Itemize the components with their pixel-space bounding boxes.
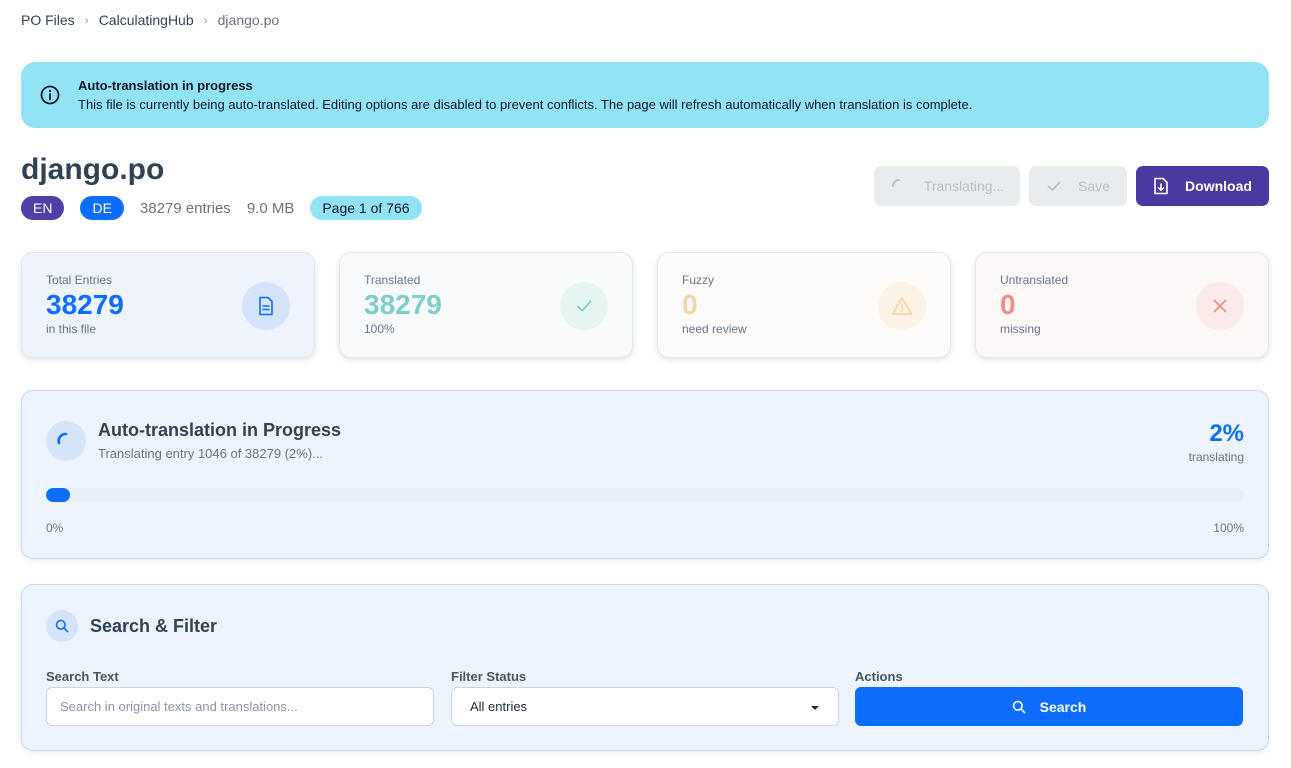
filter-status-select[interactable]: All entries xyxy=(451,687,839,726)
progress-subtitle: Translating entry 1046 of 38279 (2%)... xyxy=(98,446,323,461)
search-text-label: Search Text xyxy=(46,669,119,684)
progress-title: Auto-translation in Progress xyxy=(98,420,342,440)
breadcrumb-current: django.po xyxy=(217,12,280,28)
x-icon xyxy=(1196,282,1244,330)
check-icon xyxy=(560,282,608,330)
alert-title: Auto-translation in progress xyxy=(78,78,253,93)
breadcrumb-project[interactable]: CalculatingHub xyxy=(99,12,194,28)
caret-down-icon xyxy=(810,699,820,714)
page-indicator-badge: Page 1 of 766 xyxy=(310,196,422,220)
source-language-badge: EN xyxy=(21,196,65,220)
file-download-icon xyxy=(1153,177,1169,195)
search-icon xyxy=(1012,700,1026,714)
file-meta: EN DE 38279 entries 9.0 MB Page 1 of 766 xyxy=(21,196,422,220)
search-button-label: Search xyxy=(1039,698,1087,715)
progress-status: translating xyxy=(1188,450,1244,464)
progress-percent: 2% xyxy=(1209,420,1244,447)
save-button-label: Save xyxy=(1078,178,1110,194)
search-icon xyxy=(46,610,78,642)
auto-translation-alert: Auto-translation in progress This file i… xyxy=(21,62,1269,128)
page-title: django.po xyxy=(21,153,165,186)
auto-translation-progress-card: Auto-translation in Progress Translating… xyxy=(21,390,1269,559)
stat-card-total: Total Entries 38279 in this file xyxy=(21,252,315,358)
warning-icon xyxy=(878,282,926,330)
breadcrumb-po-files[interactable]: PO Files xyxy=(21,12,75,28)
target-language-badge: DE xyxy=(80,196,124,220)
filter-status-label: Filter Status xyxy=(451,669,527,684)
file-size: 9.0 MB xyxy=(246,199,295,217)
stat-card-fuzzy: Fuzzy 0 need review xyxy=(657,252,951,358)
stat-card-translated: Translated 38279 100% xyxy=(339,252,633,358)
file-actions: Translating... Save Download xyxy=(874,166,1269,206)
chevron-right-icon: › xyxy=(84,13,89,27)
stats-row: Total Entries 38279 in this file Transla… xyxy=(21,252,1269,358)
search-input[interactable] xyxy=(46,687,434,726)
progress-fill xyxy=(46,488,70,502)
search-filter-card: Search & Filter Search Text Filter Statu… xyxy=(21,584,1269,751)
save-button[interactable]: Save xyxy=(1029,166,1127,206)
progress-max-label: 100% xyxy=(1213,521,1244,535)
progress-min-label: 0% xyxy=(46,521,64,535)
alert-message: This file is currently being auto-transl… xyxy=(78,97,973,112)
chevron-right-icon: › xyxy=(203,13,208,27)
document-icon xyxy=(242,282,290,330)
translating-button-label: Translating... xyxy=(923,178,1005,194)
breadcrumb: PO Files › CalculatingHub › django.po xyxy=(21,12,279,28)
filter-status-value: All entries xyxy=(470,699,528,714)
translating-button[interactable]: Translating... xyxy=(874,166,1020,206)
progress-track xyxy=(46,488,1244,502)
download-button[interactable]: Download xyxy=(1136,166,1269,206)
entry-count: 38279 entries xyxy=(139,199,231,217)
stat-card-untranslated: Untranslated 0 missing xyxy=(975,252,1269,358)
spinner-icon xyxy=(890,177,908,195)
info-icon xyxy=(39,84,61,106)
search-button[interactable]: Search xyxy=(855,687,1243,726)
spinner-icon xyxy=(46,421,86,461)
actions-label: Actions xyxy=(855,669,903,684)
check-icon xyxy=(1046,178,1062,194)
download-button-label: Download xyxy=(1185,178,1252,194)
filter-title: Search & Filter xyxy=(90,616,218,636)
